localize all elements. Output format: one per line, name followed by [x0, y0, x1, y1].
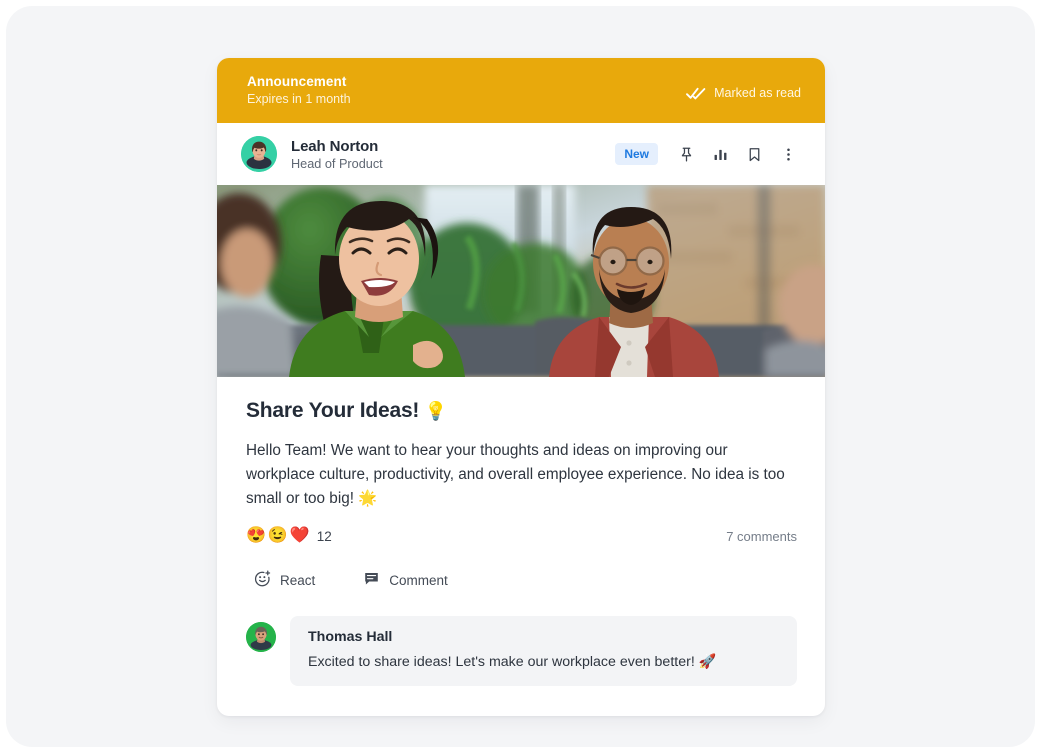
post-action-bar: React Comment [246, 556, 797, 602]
lightbulb-emoji: 💡 [424, 401, 448, 421]
post-title: Share Your Ideas! 💡 [246, 399, 797, 423]
post-title-text: Share Your Ideas! [246, 399, 420, 422]
double-check-icon [686, 87, 706, 100]
author-role: Head of Product [291, 156, 383, 171]
heart-reaction[interactable]: ❤️ [290, 528, 310, 544]
status-badge-new: New [615, 143, 658, 165]
react-button[interactable]: React [254, 570, 315, 590]
comment-button[interactable]: Comment [363, 570, 448, 590]
comment-text: Excited to share ideas! Let's make our w… [308, 654, 717, 670]
reaction-list[interactable]: 😍 😉 ❤️ 12 [246, 528, 332, 544]
pin-icon [678, 146, 695, 163]
winking-face-reaction[interactable]: 😉 [268, 528, 288, 544]
announcement-expiry: Expires in 1 month [247, 92, 351, 106]
post-text: Hello Team! We want to hear your thought… [246, 442, 785, 507]
announcement-banner-text: Announcement Expires in 1 month [247, 70, 351, 106]
comment-author-name: Thomas Hall [308, 629, 393, 645]
author-name: Leah Norton [291, 137, 379, 155]
comment-section: Thomas Hall Excited to share ideas! Let'… [217, 602, 825, 716]
poll-icon [712, 146, 729, 163]
poll-results-button[interactable] [705, 139, 735, 169]
react-label: React [280, 572, 316, 588]
post-header: Leah Norton Head of Product New [217, 123, 825, 185]
pin-button[interactable] [671, 139, 701, 169]
comment-bubble: Thomas Hall Excited to share ideas! Let'… [290, 616, 797, 686]
comments-count[interactable]: 7 comments [726, 529, 797, 544]
author-block[interactable]: Leah Norton Head of Product [241, 136, 383, 172]
comment-icon [363, 570, 380, 590]
marked-as-read-label: Marked as read [714, 86, 801, 100]
heart-eyes-reaction[interactable]: 😍 [246, 528, 266, 544]
post-hero-image[interactable] [217, 185, 825, 377]
bookmark-button[interactable] [739, 139, 769, 169]
announcement-post-card: Announcement Expires in 1 month Marked a… [217, 58, 825, 716]
bookmark-icon [746, 146, 763, 163]
reaction-count: 12 [316, 528, 332, 544]
marked-as-read-indicator[interactable]: Marked as read [686, 70, 801, 100]
announcement-banner: Announcement Expires in 1 month Marked a… [217, 58, 825, 123]
comment-label: Comment [389, 572, 448, 588]
announcement-label: Announcement [247, 74, 347, 89]
avatar-thomas-hall[interactable] [246, 622, 276, 652]
reactions-row: 😍 😉 ❤️ 12 7 comments [246, 528, 797, 548]
avatar-leah-norton[interactable] [241, 136, 277, 172]
post-body: Share Your Ideas! 💡 Hello Team! We want … [217, 377, 825, 602]
more-vertical-icon [780, 146, 797, 163]
post-header-actions: New [615, 139, 803, 169]
more-options-button[interactable] [773, 139, 803, 169]
add-reaction-icon [254, 570, 271, 590]
author-meta: Leah Norton Head of Product [291, 138, 383, 171]
